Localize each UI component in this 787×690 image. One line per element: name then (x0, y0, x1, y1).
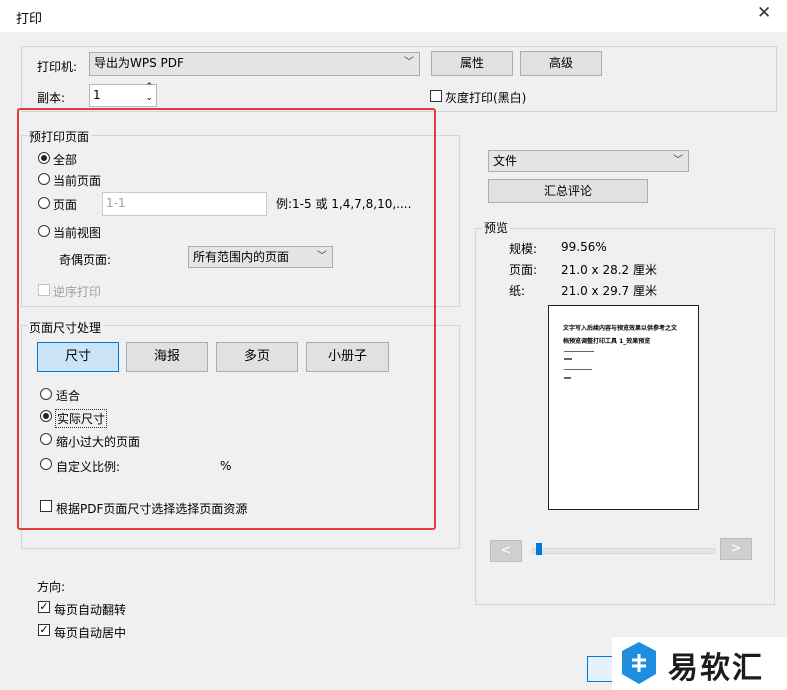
grayscale-label: 灰度打印(黑白) (445, 91, 527, 105)
next-page-button[interactable]: > (720, 538, 752, 560)
copies-stepper[interactable]: 1 ⌃ ⌄ (89, 82, 157, 107)
highlight-box (17, 108, 436, 530)
page-slider-thumb[interactable] (536, 543, 542, 555)
orientation-label: 方向: (37, 580, 66, 594)
title-bar (0, 0, 787, 32)
comments-select-value: 文件 (493, 154, 518, 168)
preview-page: 文字写入后续内容与预览效果以供参考之文 档预览调整打印工具 1_效果预览 (548, 305, 699, 510)
page-slider[interactable] (532, 548, 715, 554)
preview-title: 预览 (482, 219, 511, 236)
chevron-down-icon: ﹀ (673, 155, 683, 166)
stepper-arrows-icon[interactable]: ⌃ ⌄ (145, 82, 153, 104)
summarize-comments-button[interactable]: 汇总评论 (488, 179, 648, 203)
close-icon[interactable]: ✕ (757, 3, 771, 23)
watermark-text: 易软汇 (668, 651, 764, 686)
auto-rotate-checkbox[interactable]: ✓ (38, 601, 50, 613)
copies-label: 副本: (37, 91, 66, 105)
grayscale-checkbox[interactable] (430, 90, 442, 102)
auto-rotate-label: 每页自动翻转 (54, 603, 127, 617)
auto-center-checkbox[interactable]: ✓ (38, 624, 50, 636)
paper-size-label: 纸: (509, 284, 526, 298)
preview-doc-title-line1: 文字写入后续内容与预览效果以供参考之文 (563, 325, 678, 332)
comments-select[interactable]: 文件 ﹀ (488, 150, 689, 172)
preview-doc-title-line2: 档预览调整打印工具 1_效果预览 (563, 338, 651, 345)
preview-text-line (564, 377, 571, 379)
window-title: 打印 (16, 12, 43, 27)
prev-page-button[interactable]: < (490, 540, 522, 562)
scale-value: 99.56% (561, 240, 607, 254)
paper-size-value: 21.0 x 29.7 厘米 (561, 284, 657, 298)
page-size-value: 21.0 x 28.2 厘米 (561, 263, 657, 277)
preview-text-line (564, 351, 594, 352)
preview-doc-title: 文字写入后续内容与预览效果以供参考之文 档预览调整打印工具 1_效果预览 (563, 322, 693, 348)
advanced-button[interactable]: 高级 (520, 51, 602, 76)
printer-label: 打印机: (37, 60, 78, 74)
properties-button[interactable]: 属性 (431, 51, 513, 76)
printer-select-value: 导出为WPS PDF (94, 56, 184, 70)
preview-text-line (564, 369, 592, 370)
scale-label: 规模: (509, 242, 538, 256)
printer-select[interactable]: 导出为WPS PDF ﹀ (89, 52, 420, 76)
chevron-down-icon: ﹀ (404, 57, 414, 68)
auto-center-label: 每页自动居中 (54, 626, 127, 640)
preview-text-line (564, 358, 572, 360)
page-size-label: 页面: (509, 263, 538, 277)
copies-value: 1 (93, 88, 101, 102)
watermark-logo-icon (619, 640, 659, 686)
